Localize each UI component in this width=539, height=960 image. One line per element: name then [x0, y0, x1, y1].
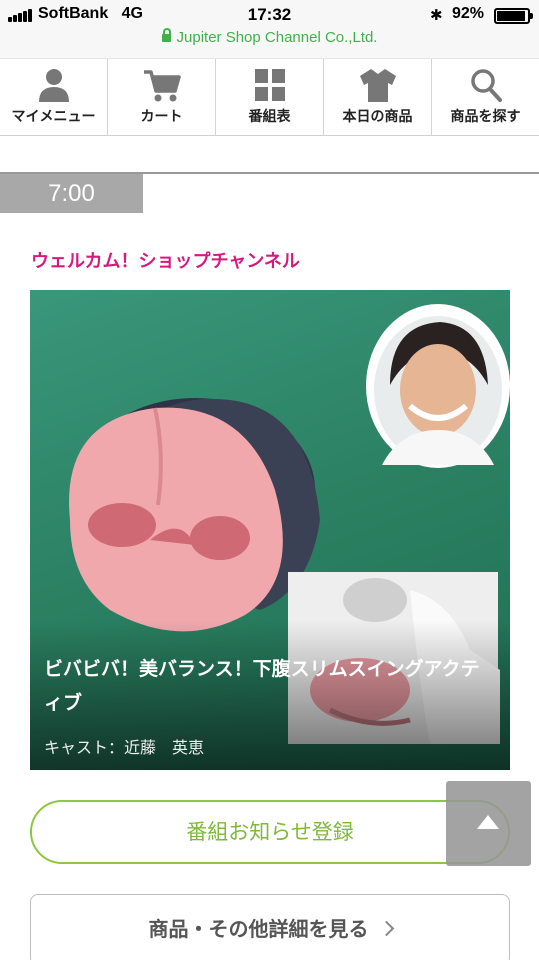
nav-item-cart[interactable]: カート: [108, 59, 216, 135]
product-name: ビバビバ！美バランス！下腹スリムスイングアクティブ: [44, 658, 480, 714]
program-notify-button[interactable]: 番組お知らせ登録: [30, 800, 510, 864]
nav-item-schedule[interactable]: 番組表: [216, 59, 324, 135]
nav-label: マイメニュー: [11, 109, 96, 125]
search-icon: [470, 69, 502, 102]
address-bar[interactable]: Jupiter Shop Channel Co.,Ltd.: [0, 28, 539, 46]
nav-item-search[interactable]: 商品を探す: [432, 59, 539, 135]
battery-percent: 92%: [452, 5, 485, 22]
lock-icon: [161, 28, 171, 42]
nav-label: 番組表: [248, 109, 291, 125]
airtime-badge: 7:00: [0, 174, 143, 213]
chevron-right-icon: [378, 920, 394, 937]
program-title[interactable]: ウェルカム！ショップチャンネル: [31, 247, 300, 273]
cast-label: キャスト：近藤 英恵: [44, 738, 205, 757]
product-details-button[interactable]: 商品・その他詳細を見る: [30, 894, 510, 960]
cart-icon: [143, 70, 181, 102]
battery-icon: [494, 8, 533, 24]
nav-label: 商品を探す: [450, 109, 521, 125]
url-text: Jupiter Shop Channel Co.,Ltd.: [176, 29, 378, 46]
nav-label: カート: [140, 109, 183, 125]
nav-label: 本日の商品: [342, 109, 413, 125]
main-nav: マイメニュー カート 番組表 本日の商品 商品を探す: [0, 58, 539, 136]
shirt-icon: [359, 69, 396, 102]
program-image[interactable]: ビバビバ！美バランス！下腹スリムスイングアクティブ キャスト：近藤 英恵: [30, 290, 510, 770]
nav-item-today-products[interactable]: 本日の商品: [324, 59, 432, 135]
bluetooth-icon: ✱: [430, 6, 443, 24]
grid-icon: [254, 69, 285, 101]
details-button-label: 商品・その他詳細を見る: [148, 917, 369, 941]
status-bar: SoftBank 4G 17:32 ✱ 92% Jupiter Shop Cha…: [0, 0, 539, 58]
arrow-up-icon: [477, 815, 499, 829]
nav-item-my-menu[interactable]: マイメニュー: [0, 59, 108, 135]
person-icon: [38, 69, 69, 102]
scroll-to-top-button[interactable]: [446, 781, 531, 866]
